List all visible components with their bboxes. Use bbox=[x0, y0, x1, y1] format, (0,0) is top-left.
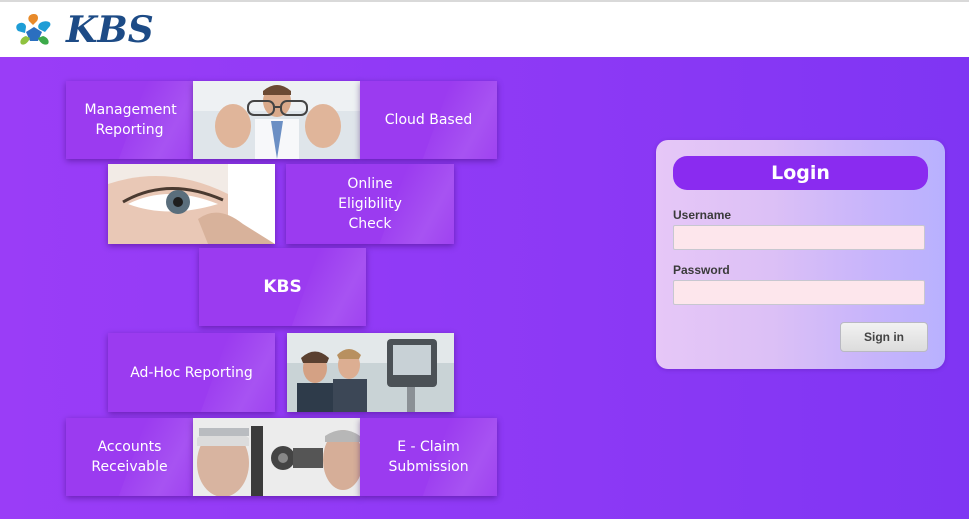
tile-management-reporting[interactable]: Management Reporting bbox=[66, 81, 193, 159]
tile-online-eligibility-check[interactable]: Online Eligibility Check bbox=[286, 164, 454, 244]
tile-kbs[interactable]: KBS bbox=[199, 248, 366, 326]
login-panel: Login Username Password Sign in bbox=[656, 140, 945, 369]
contact-lens-eye-photo bbox=[108, 164, 275, 244]
tile-label: Management Reporting bbox=[84, 102, 177, 138]
logo-text: KBS bbox=[66, 9, 154, 51]
tile-label: Ad-Hoc Reporting bbox=[130, 364, 253, 381]
slit-lamp-exam-photo bbox=[193, 418, 360, 496]
username-label: Username bbox=[673, 208, 732, 222]
username-input[interactable] bbox=[673, 225, 925, 250]
tile-eclaim-submission[interactable]: E - Claim Submission bbox=[360, 418, 497, 496]
kbs-logo[interactable]: KBS bbox=[12, 8, 154, 52]
tile-label: Cloud Based bbox=[384, 112, 473, 128]
optician-glasses-photo bbox=[193, 81, 360, 159]
tile-adhoc-reporting[interactable]: Ad-Hoc Reporting bbox=[108, 333, 275, 412]
tile-label: KBS bbox=[263, 277, 302, 297]
eye-exam-equipment-photo bbox=[287, 333, 454, 412]
tile-label: Accounts Receivable bbox=[91, 439, 168, 475]
kbs-logo-icon bbox=[16, 14, 51, 45]
login-title: Login bbox=[673, 156, 928, 190]
sign-in-button[interactable]: Sign in bbox=[840, 322, 928, 352]
tile-accounts-receivable[interactable]: Accounts Receivable bbox=[66, 418, 193, 496]
tile-label: Online Eligibility Check bbox=[338, 176, 402, 232]
password-input[interactable] bbox=[673, 280, 925, 305]
tile-cloud-based[interactable]: Cloud Based bbox=[360, 81, 497, 159]
password-label: Password bbox=[673, 263, 730, 277]
tile-label: E - Claim Submission bbox=[388, 439, 469, 475]
site-header: KBS bbox=[0, 2, 969, 56]
